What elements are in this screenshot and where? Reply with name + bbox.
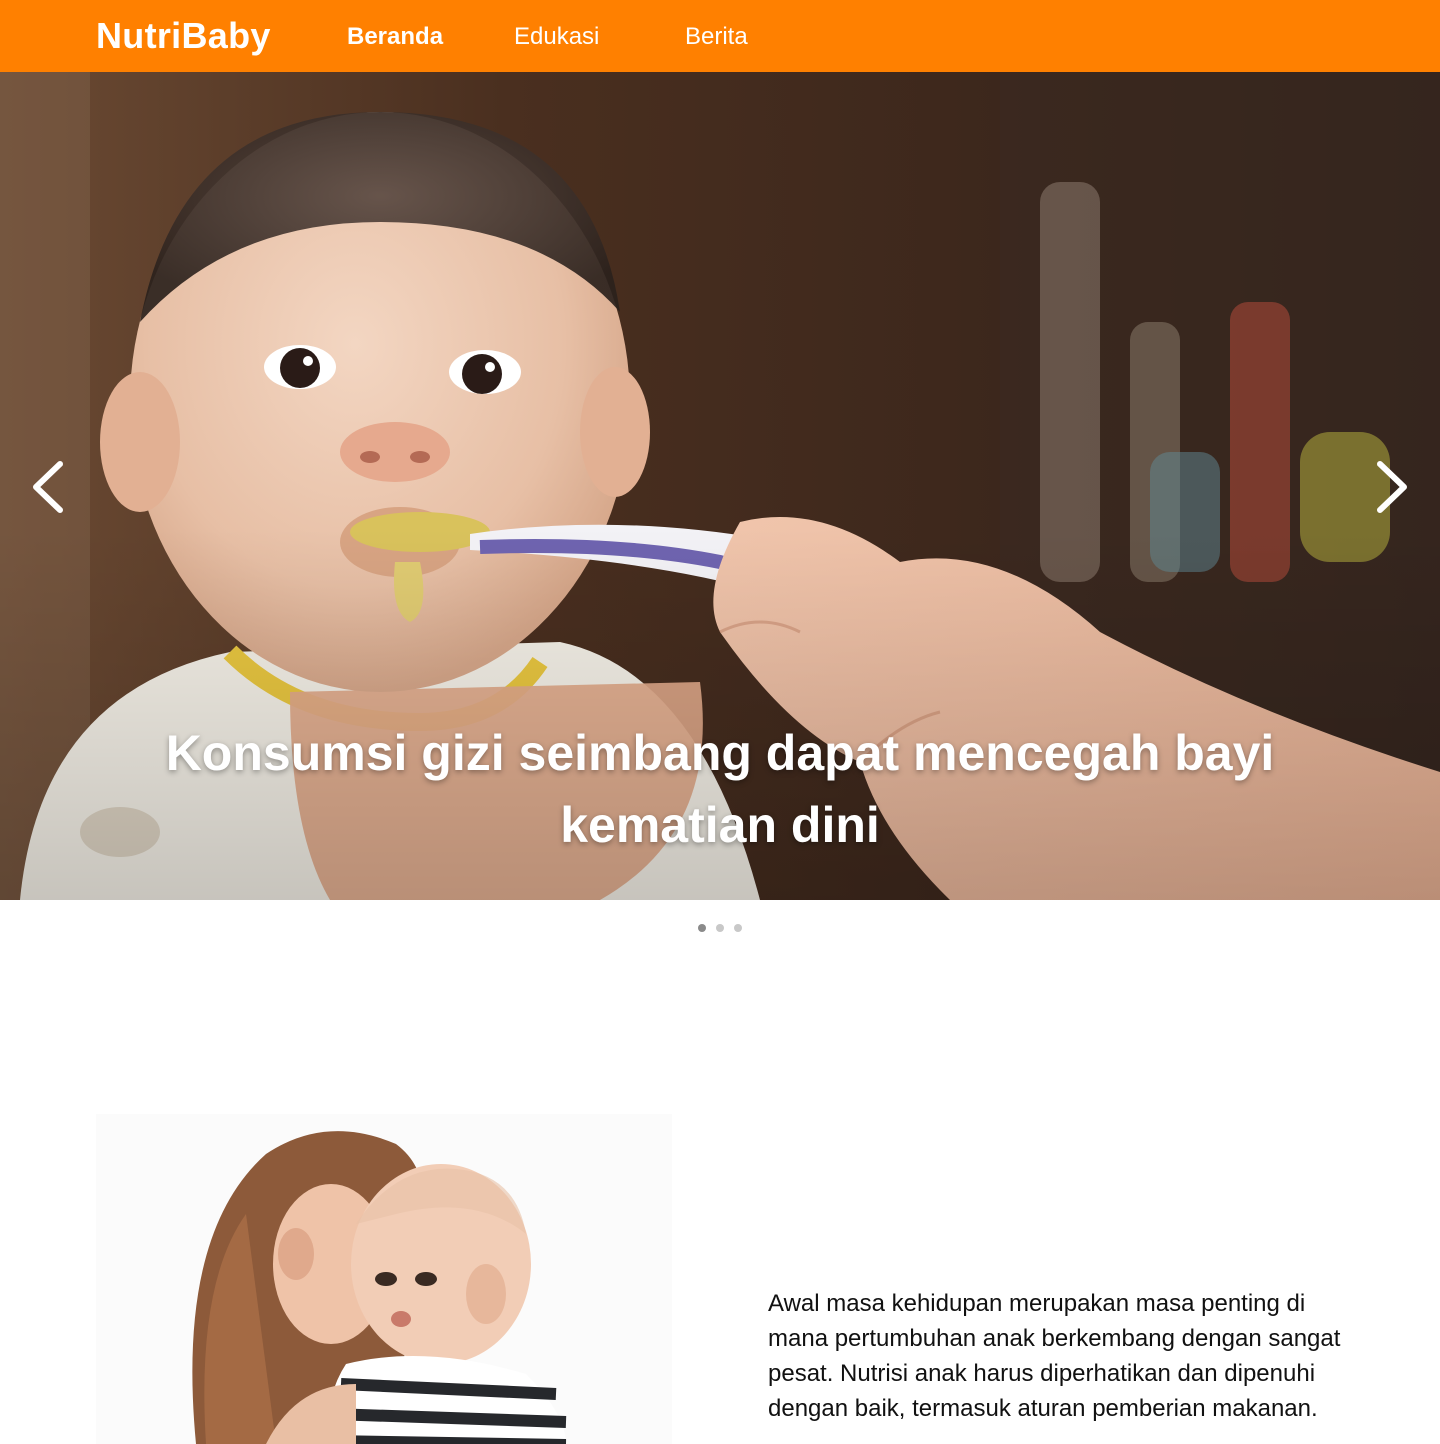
mother-baby-photo <box>96 1114 672 1444</box>
brand-logo[interactable]: NutriBaby <box>96 14 271 58</box>
nav-link-berita[interactable]: Berita <box>685 22 748 52</box>
hero-caption: Konsumsi gizi seimbang dapat mencegah ba… <box>165 725 1275 853</box>
carousel-indicator-2[interactable] <box>716 924 724 932</box>
carousel-indicators <box>0 920 1440 936</box>
hero-carousel: Konsumsi gizi seimbang dapat mencegah ba… <box>0 72 1440 900</box>
carousel-prev-button[interactable] <box>18 452 78 522</box>
chevron-right-icon <box>1377 461 1407 513</box>
navbar: NutriBaby Beranda Edukasi Berita <box>0 0 1440 72</box>
intro-paragraph: Awal masa kehidupan merupakan masa penti… <box>768 1290 1341 1422</box>
nav-link-beranda[interactable]: Beranda <box>347 22 443 52</box>
carousel-indicator-1[interactable] <box>697 924 706 932</box>
carousel-next-button[interactable] <box>1362 452 1422 522</box>
carousel-indicator-3[interactable] <box>734 924 743 932</box>
nav-link-edukasi[interactable]: Edukasi <box>514 22 599 52</box>
chevron-left-icon <box>33 461 63 513</box>
